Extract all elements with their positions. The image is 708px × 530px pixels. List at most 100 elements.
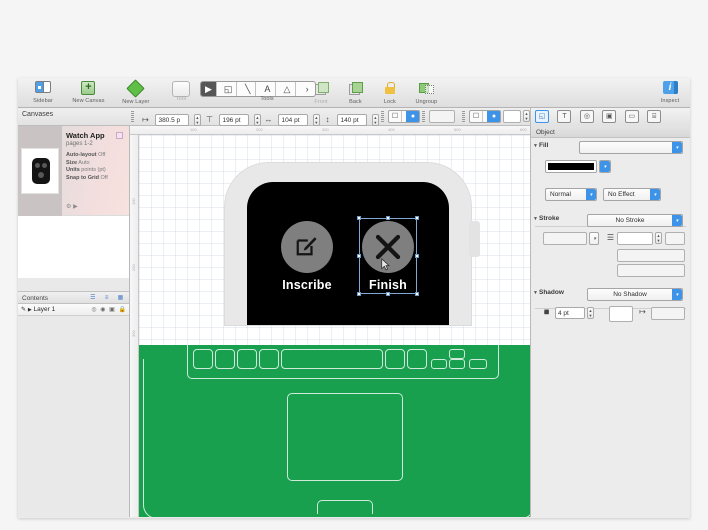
layer-disclosure-icon[interactable]: ▶: [28, 307, 32, 313]
layer-lock-icon[interactable]: ◎: [91, 307, 96, 313]
stroke-disclosure-icon[interactable]: ▼: [533, 216, 538, 222]
ruler-h-tick: 100: [190, 127, 197, 132]
pen-tool[interactable]: △: [280, 82, 296, 96]
stroke-width-stepper-2[interactable]: ▲▼: [655, 232, 662, 244]
watch-device-mockup[interactable]: Inscribe Finish: [225, 163, 471, 325]
keyboard-key: [193, 349, 213, 369]
grid-tab[interactable]: ⌸: [647, 110, 661, 123]
lock-button[interactable]: Lock: [375, 79, 405, 105]
green-laptop-illustration[interactable]: [139, 345, 530, 517]
fill-color-well[interactable]: [545, 160, 597, 173]
text-tab[interactable]: T: [557, 110, 571, 123]
laptop-front-lip: [317, 500, 373, 514]
sidebar-button[interactable]: Sidebar: [24, 79, 62, 104]
line-tool[interactable]: ╲: [240, 82, 256, 96]
effect-popup[interactable]: No Effect ▾: [603, 188, 661, 201]
layer-print-icon[interactable]: ▣: [109, 307, 115, 313]
resize-handle-n[interactable]: [386, 216, 390, 220]
canvas-play-icon[interactable]: ▶: [73, 204, 78, 210]
stroke-width-preview[interactable]: [503, 110, 521, 123]
document-tab[interactable]: ▭: [625, 110, 639, 123]
resize-handle-sw[interactable]: [357, 292, 361, 296]
layer-row[interactable]: ✎ ▶ Layer 1 ◎ ◉ ▣ 🔒: [18, 304, 129, 316]
new-layer-icon: [115, 82, 157, 99]
stroke-none-button[interactable]: ☐: [470, 111, 483, 122]
resize-handle-se[interactable]: [415, 292, 419, 296]
y-position-stepper[interactable]: ▲▼: [254, 114, 261, 126]
select-tool[interactable]: ▶: [201, 82, 217, 96]
grid-view-icon[interactable]: ▦: [115, 294, 126, 303]
shadow-disclosure-icon[interactable]: ▼: [533, 290, 538, 296]
width-stepper[interactable]: ▲▼: [313, 114, 320, 126]
stroke-type-popup[interactable]: No Stroke ▾: [587, 214, 683, 227]
toolbar-tools-group: ▶ ◱ ╲ A △ › Tools: [200, 79, 316, 102]
fill-disclosure-icon[interactable]: ▼: [533, 143, 538, 149]
stroke-join-input[interactable]: [617, 264, 685, 277]
ruler-h-tick: 300: [322, 127, 329, 132]
y-position-input[interactable]: 196 pt: [219, 114, 249, 126]
shadow-type-popup[interactable]: No Shadow ▾: [587, 288, 683, 301]
fill-color-button[interactable]: ●: [406, 111, 419, 122]
resize-handle-w[interactable]: [357, 254, 361, 258]
vertical-ruler[interactable]: 100 200 300: [130, 135, 139, 517]
fill-none-button[interactable]: ☐: [389, 111, 402, 122]
height-input[interactable]: 140 pt: [337, 114, 367, 126]
x-position-stepper[interactable]: ▲▼: [194, 114, 201, 126]
text-tool[interactable]: A: [260, 82, 276, 96]
object-tab[interactable]: ◱: [535, 110, 549, 123]
stroke-solid-button[interactable]: ●: [487, 111, 500, 122]
stroke-row: ▼ Stroke No Stroke ▾: [531, 211, 690, 231]
width-icon: ↔: [263, 115, 274, 124]
stroke-cap-input[interactable]: [617, 249, 685, 262]
fill-color-popup[interactable]: ▾: [599, 160, 611, 173]
stroke-width-input[interactable]: [617, 232, 653, 245]
canvas-meta-list: Auto-layout Off Size Auto Units points (…: [66, 152, 126, 182]
height-stepper[interactable]: ▲▼: [372, 114, 379, 126]
layer-eye-icon[interactable]: ◉: [100, 307, 105, 313]
canvas-thumbnail-area: [18, 126, 62, 216]
inspect-button[interactable]: i Inspect: [654, 79, 686, 104]
resize-handle-e[interactable]: [415, 254, 419, 258]
canvas-color-swatch[interactable]: [116, 132, 123, 139]
list-view-icon[interactable]: ☰: [87, 294, 98, 303]
shadow-distance-input[interactable]: [651, 307, 685, 320]
new-layer-button[interactable]: New Layer: [115, 79, 157, 105]
canvas-list-item[interactable]: Watch App pages 1-2 Auto-layout Off Size…: [18, 126, 129, 216]
layer-pencil-icon[interactable]: ✎: [21, 307, 26, 313]
blend-mode-popup[interactable]: Normal ▾: [545, 188, 597, 201]
stroke-dash-preview[interactable]: [543, 232, 587, 245]
effects-tab[interactable]: ◎: [580, 110, 594, 123]
fill-blend-row: Normal ▾ No Effect ▾: [531, 180, 690, 206]
tool-button[interactable]: Tool: [168, 79, 194, 102]
shadow-blur-stepper[interactable]: ▲▼: [587, 307, 594, 319]
new-canvas-button[interactable]: New Canvas: [66, 79, 110, 104]
stroke-width-stepper[interactable]: ▲▼: [523, 110, 530, 122]
shape-tool[interactable]: ◱: [221, 82, 237, 96]
resize-handle-ne[interactable]: [415, 216, 419, 220]
canvas-area[interactable]: 100 200 300 400 500 600 100 200 300: [130, 126, 530, 517]
bring-front-button[interactable]: Front: [306, 79, 336, 105]
horizontal-ruler[interactable]: 100 200 300 400 500 600: [130, 126, 530, 135]
shadow-blur-input[interactable]: 4 pt: [555, 307, 585, 319]
resize-handle-nw[interactable]: [357, 216, 361, 220]
send-back-button[interactable]: Back: [340, 79, 370, 105]
stroke-extra-input[interactable]: [665, 232, 685, 245]
x-position-icon: ↦: [140, 115, 151, 124]
stroke-color-well[interactable]: [429, 110, 455, 123]
layer-padlock-icon[interactable]: 🔒: [119, 307, 126, 313]
inscribe-button-circle[interactable]: [281, 221, 333, 273]
canvas-grid[interactable]: Inscribe Finish: [139, 135, 530, 517]
x-position-input[interactable]: 380.5 p: [155, 114, 189, 126]
width-input[interactable]: 104 pt: [278, 114, 308, 126]
stroke-dash-popup[interactable]: ▾: [589, 232, 599, 245]
outline-view-icon[interactable]: ≡: [101, 294, 112, 303]
watch-screen: Inscribe Finish: [247, 182, 449, 325]
fill-type-popup[interactable]: ▾: [579, 141, 683, 154]
canvas-tab[interactable]: ▣: [602, 110, 616, 123]
resize-handle-s[interactable]: [386, 292, 390, 296]
canvas-settings-icon[interactable]: ⚙: [66, 204, 71, 210]
shadow-offset-pad[interactable]: [609, 306, 633, 322]
new-canvas-icon: [66, 81, 110, 98]
ungroup-button[interactable]: Ungroup: [409, 79, 443, 105]
inscribe-button-shape[interactable]: Inscribe: [281, 221, 333, 292]
